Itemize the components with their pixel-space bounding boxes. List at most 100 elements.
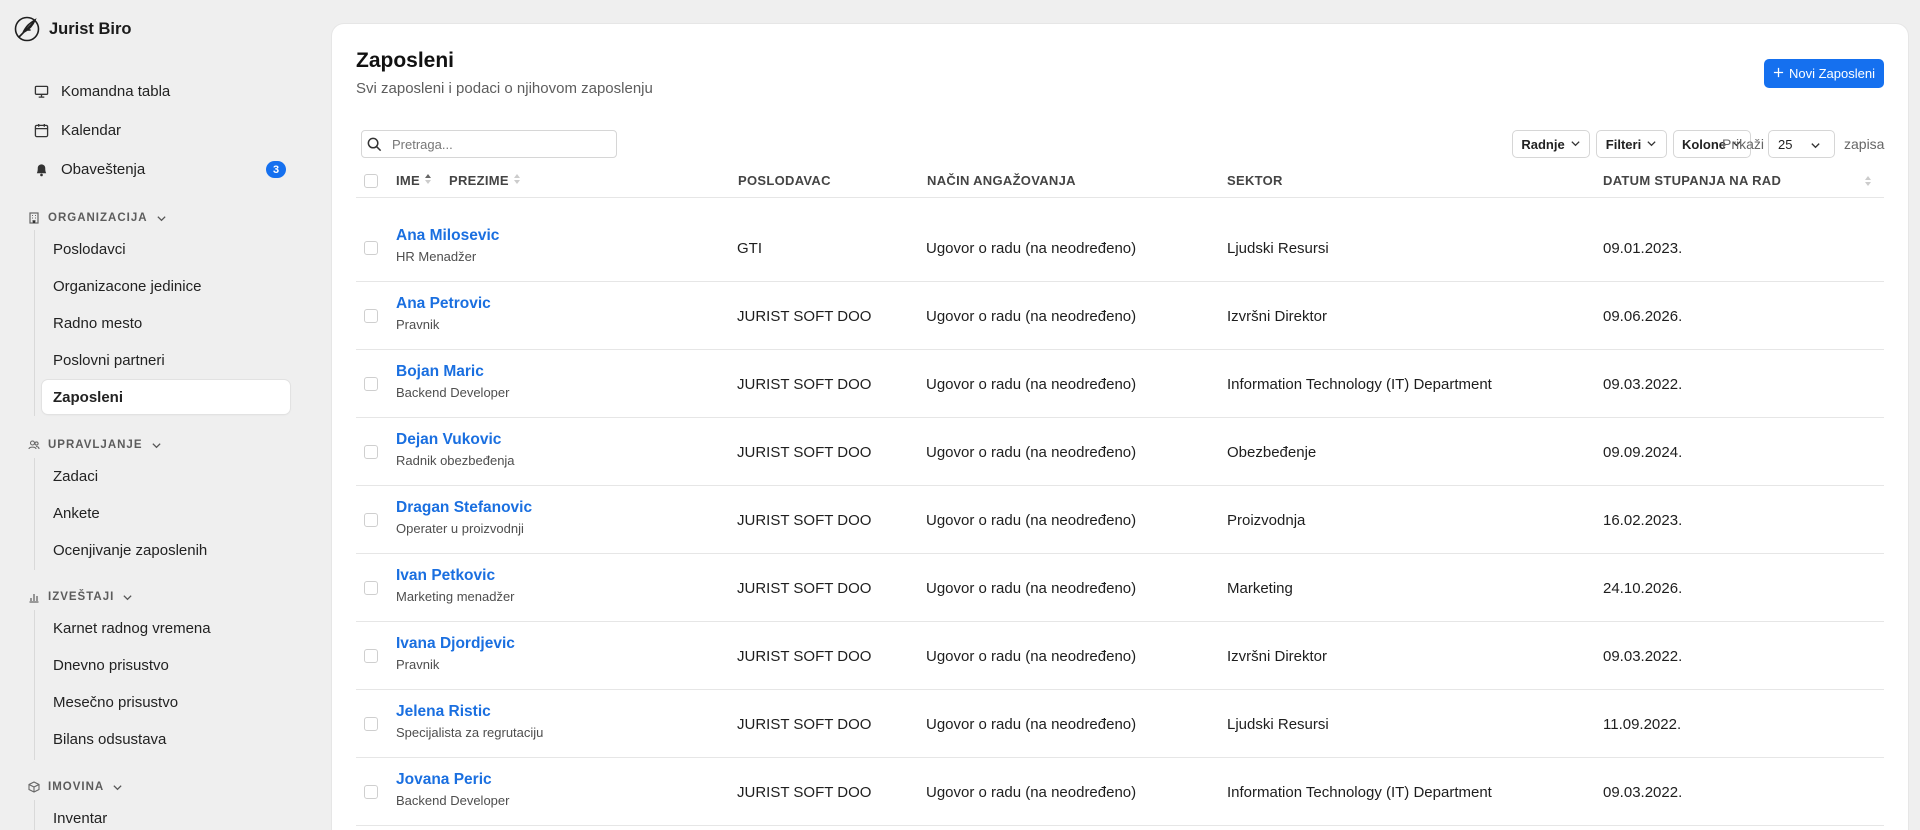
- search-box: [361, 130, 617, 158]
- column-header-start-date[interactable]: DATUM STUPANJA NA RAD: [1603, 173, 1781, 188]
- actions-dropdown[interactable]: Radnje: [1512, 130, 1590, 158]
- sort-asc-icon: [424, 173, 432, 188]
- employee-job-title: Pravnik: [396, 317, 440, 332]
- row-checkbox[interactable]: [364, 377, 378, 391]
- column-header-first-name[interactable]: IME: [396, 173, 432, 188]
- chevron-down-icon: [151, 440, 162, 451]
- page-title: Zaposleni: [356, 49, 455, 72]
- row-checkbox[interactable]: [364, 581, 378, 595]
- column-header-last-name[interactable]: PREZIME: [449, 173, 521, 188]
- employer-cell: JURIST SOFT DOO: [737, 580, 872, 597]
- employee-name-link[interactable]: Ana Milosevic: [396, 227, 499, 245]
- employee-name-link[interactable]: Dragan Stefanovic: [396, 499, 532, 517]
- sidebar-item-organizacione-jedinice[interactable]: Organizacone jedinice: [42, 269, 290, 303]
- sidebar-item-mesecno-prisustvo[interactable]: Mesečno prisustvo: [42, 685, 290, 719]
- table-row[interactable]: Ana Milosevic HR Menadžer GTI Ugovor o r…: [356, 214, 1884, 282]
- employee-name-link[interactable]: Ivana Djordjevic: [396, 635, 515, 653]
- nav-item-dashboard[interactable]: Komandna tabla: [26, 74, 286, 108]
- section-upravljanje[interactable]: UPRAVLJANJE: [28, 435, 162, 455]
- upravljanje-list: Zadaci Ankete Ocenjivanje zaposlenih: [34, 458, 296, 570]
- sidebar-item-radno-mesto[interactable]: Radno mesto: [42, 306, 290, 340]
- employee-name-link[interactable]: Bojan Maric: [396, 363, 484, 381]
- building-icon: [28, 212, 40, 224]
- employee-name-link[interactable]: Ana Petrovic: [396, 295, 491, 313]
- search-input[interactable]: [392, 131, 612, 157]
- sidebar-item-karnet-radnog-vremena[interactable]: Karnet radnog vremena: [42, 611, 290, 645]
- sidebar-item-zaposleni[interactable]: Zaposleni: [42, 380, 290, 414]
- employee-job-title: Radnik obezbeđenja: [396, 453, 515, 468]
- table-row[interactable]: Jelena Ristic Specijalista za regrutacij…: [356, 690, 1884, 758]
- table-row[interactable]: Ana Petrovic Pravnik JURIST SOFT DOO Ugo…: [356, 282, 1884, 350]
- sector-cell: Information Technology (IT) Department: [1227, 376, 1492, 393]
- sector-cell: Izvršni Direktor: [1227, 308, 1328, 325]
- columns-label: Kolone: [1681, 136, 1727, 152]
- row-checkbox[interactable]: [364, 309, 378, 323]
- sidebar-item-ocenjivanje-zaposlenih[interactable]: Ocenjivanje zaposlenih: [42, 533, 290, 567]
- table-row[interactable]: Ivana Djordjevic Pravnik JURIST SOFT DOO…: [356, 622, 1884, 690]
- page-size-select[interactable]: 25: [1768, 130, 1835, 158]
- table-row[interactable]: Ivan Petkovic Marketing menadžer JURIST …: [356, 554, 1884, 622]
- column-header-sector[interactable]: SEKTOR: [1227, 173, 1283, 188]
- brand[interactable]: Jurist Biro: [14, 16, 132, 42]
- search-icon: [366, 136, 383, 158]
- sidebar-item-dnevno-prisustvo[interactable]: Dnevno prisustvo: [42, 648, 290, 682]
- row-checkbox[interactable]: [364, 785, 378, 799]
- nav-item-notifications[interactable]: Obaveštenja 3: [26, 152, 286, 186]
- izvestaji-list: Karnet radnog vremena Dnevno prisustvo M…: [34, 610, 296, 760]
- row-checkbox[interactable]: [364, 445, 378, 459]
- table-row[interactable]: Dejan Vukovic Radnik obezbeđenja JURIST …: [356, 418, 1884, 486]
- section-imovina[interactable]: IMOVINA: [28, 777, 123, 797]
- sidebar-item-zadaci[interactable]: Zadaci: [42, 459, 290, 493]
- employer-cell: GTI: [737, 240, 762, 257]
- box-icon: [28, 781, 40, 793]
- table-row[interactable]: Jovana Peric Backend Developer JURIST SO…: [356, 758, 1884, 826]
- row-checkbox[interactable]: [364, 649, 378, 663]
- select-all-checkbox[interactable]: [364, 174, 378, 188]
- employee-name-link[interactable]: Jovana Peric: [396, 771, 492, 789]
- column-header-engagement[interactable]: NAČIN ANGAŽOVANJA: [927, 173, 1076, 188]
- engagement-cell: Ugovor o radu (na neodređeno): [926, 580, 1137, 597]
- employer-cell: JURIST SOFT DOO: [737, 784, 872, 801]
- employee-name-link[interactable]: Jelena Ristic: [396, 703, 491, 721]
- filters-dropdown[interactable]: Filteri: [1596, 130, 1667, 158]
- start-date-cell: 24.10.2026.: [1603, 580, 1683, 597]
- column-header-employer[interactable]: POSLODAVAC: [738, 173, 831, 188]
- sidebar-item-bilans-odsustava[interactable]: Bilans odsustava: [42, 722, 290, 756]
- nav-item-label: Kalendar: [61, 121, 122, 139]
- employee-name-link[interactable]: Ivan Petkovic: [396, 567, 495, 585]
- engagement-cell: Ugovor o radu (na neodređeno): [926, 240, 1137, 257]
- column-label: SEKTOR: [1227, 173, 1283, 188]
- chevron-down-icon: [1570, 137, 1581, 152]
- row-checkbox[interactable]: [364, 513, 378, 527]
- page-subtitle: Svi zaposleni i podaci o njihovom zaposl…: [356, 80, 653, 97]
- row-checkbox[interactable]: [364, 717, 378, 731]
- section-organizacija[interactable]: ORGANIZACIJA: [28, 208, 167, 228]
- sidebar: Jurist Biro Komandna tabla Kalendar Obav…: [0, 0, 310, 830]
- employee-name-link[interactable]: Dejan Vukovic: [396, 431, 501, 449]
- actions-label: Radnje: [1521, 136, 1565, 152]
- sidebar-item-inventar[interactable]: Inventar: [42, 801, 290, 830]
- nav-item-calendar[interactable]: Kalendar: [26, 113, 286, 147]
- sidebar-item-ankete[interactable]: Ankete: [42, 496, 290, 530]
- plus-icon: [1773, 66, 1784, 81]
- sidebar-item-poslodavci[interactable]: Poslodavci: [42, 232, 290, 266]
- section-label: IMOVINA: [48, 781, 105, 793]
- table-row[interactable]: Dragan Stefanovic Operater u proizvodnji…: [356, 486, 1884, 554]
- section-izvestaji[interactable]: IZVEŠTAJI: [28, 587, 133, 607]
- section-label: UPRAVLJANJE: [48, 439, 143, 451]
- new-employee-button[interactable]: Novi Zaposleni: [1764, 59, 1884, 88]
- row-checkbox[interactable]: [364, 241, 378, 255]
- imovina-list: Inventar: [34, 800, 296, 830]
- sector-cell: Ljudski Resursi: [1227, 716, 1329, 733]
- engagement-cell: Ugovor o radu (na neodređeno): [926, 784, 1137, 801]
- bar-chart-icon: [28, 591, 40, 603]
- engagement-cell: Ugovor o radu (na neodređeno): [926, 716, 1137, 733]
- sort-icon[interactable]: [1864, 174, 1872, 192]
- table-row[interactable]: Bojan Maric Backend Developer JURIST SOF…: [356, 350, 1884, 418]
- sidebar-item-poslovni-partneri[interactable]: Poslovni partneri: [42, 343, 290, 377]
- section-label: ORGANIZACIJA: [48, 212, 148, 224]
- employee-job-title: Operater u proizvodnji: [396, 521, 524, 536]
- engagement-cell: Ugovor o radu (na neodređeno): [926, 648, 1137, 665]
- filters-label: Filteri: [1605, 136, 1642, 152]
- column-label: PREZIME: [449, 173, 509, 188]
